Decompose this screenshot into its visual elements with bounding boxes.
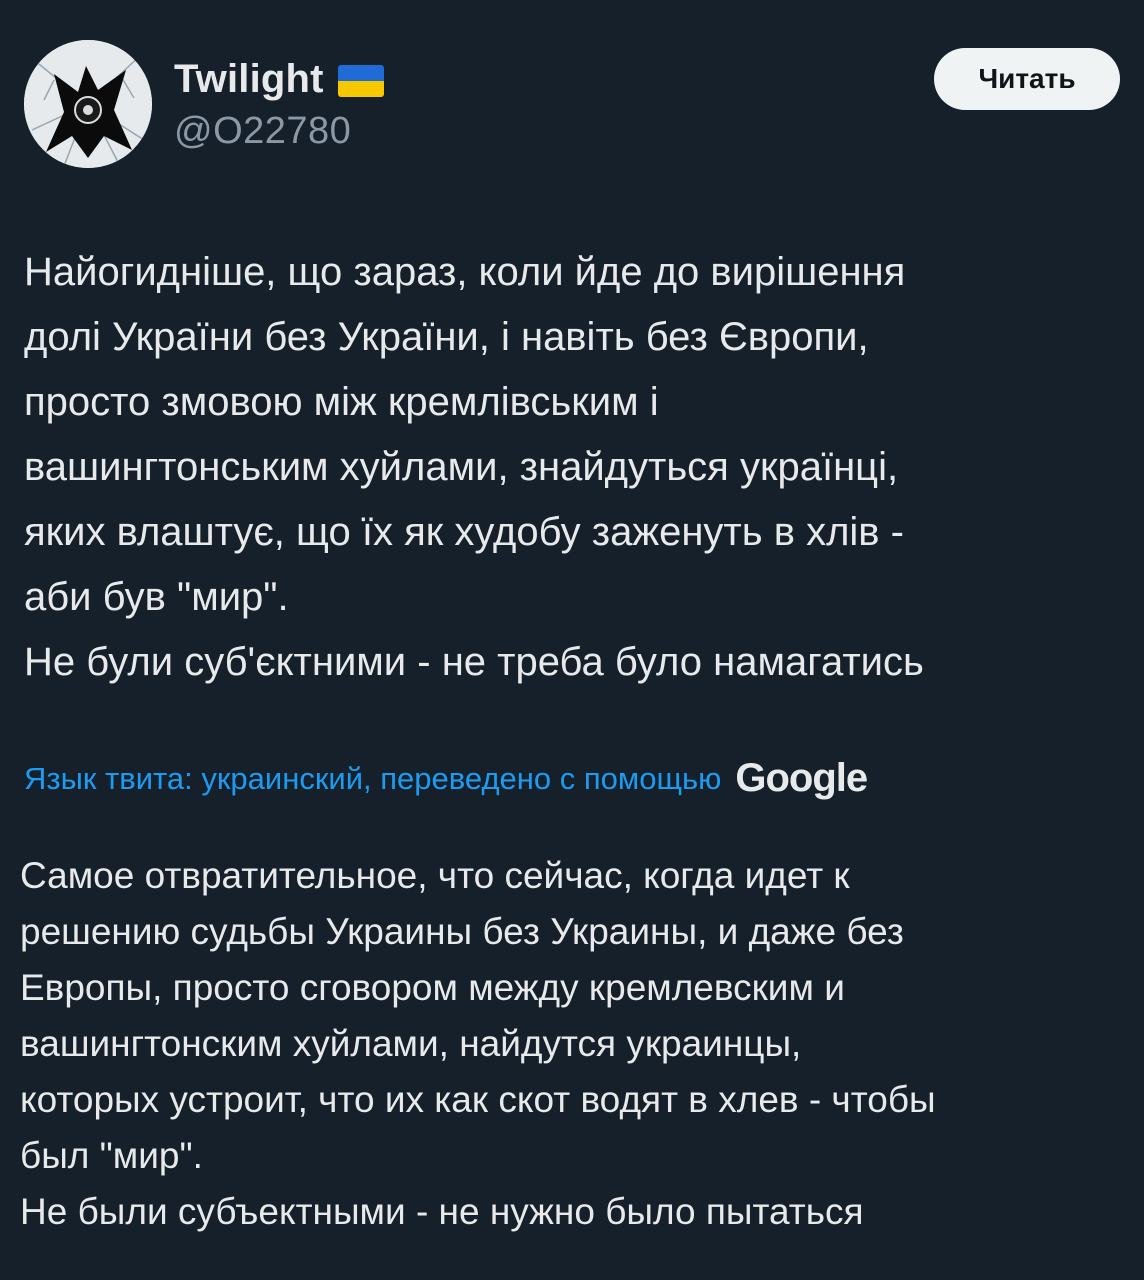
translation-link[interactable]: Язык твита: украинский, переведено с пом… <box>24 761 721 797</box>
name-row: Twilight <box>174 54 384 104</box>
display-name[interactable]: Twilight <box>174 57 324 102</box>
tweet-text: Найогидніше, що зараз, коли йде до виріш… <box>24 250 924 684</box>
tweet-header: Twilight @O22780 Читать <box>24 40 1120 170</box>
google-logo: Google <box>735 756 868 800</box>
avatar-image <box>24 40 152 168</box>
follow-button[interactable]: Читать <box>934 48 1120 110</box>
translation-attribution: Язык твита: украинский, переведено с пом… <box>24 756 868 801</box>
translated-tweet-text: Самое отвратительное, что сейчас, когда … <box>20 855 936 1232</box>
user-handle[interactable]: @O22780 <box>174 110 384 153</box>
ukraine-flag-icon <box>337 65 384 97</box>
user-info: Twilight @O22780 <box>174 54 384 153</box>
avatar[interactable] <box>24 40 152 168</box>
